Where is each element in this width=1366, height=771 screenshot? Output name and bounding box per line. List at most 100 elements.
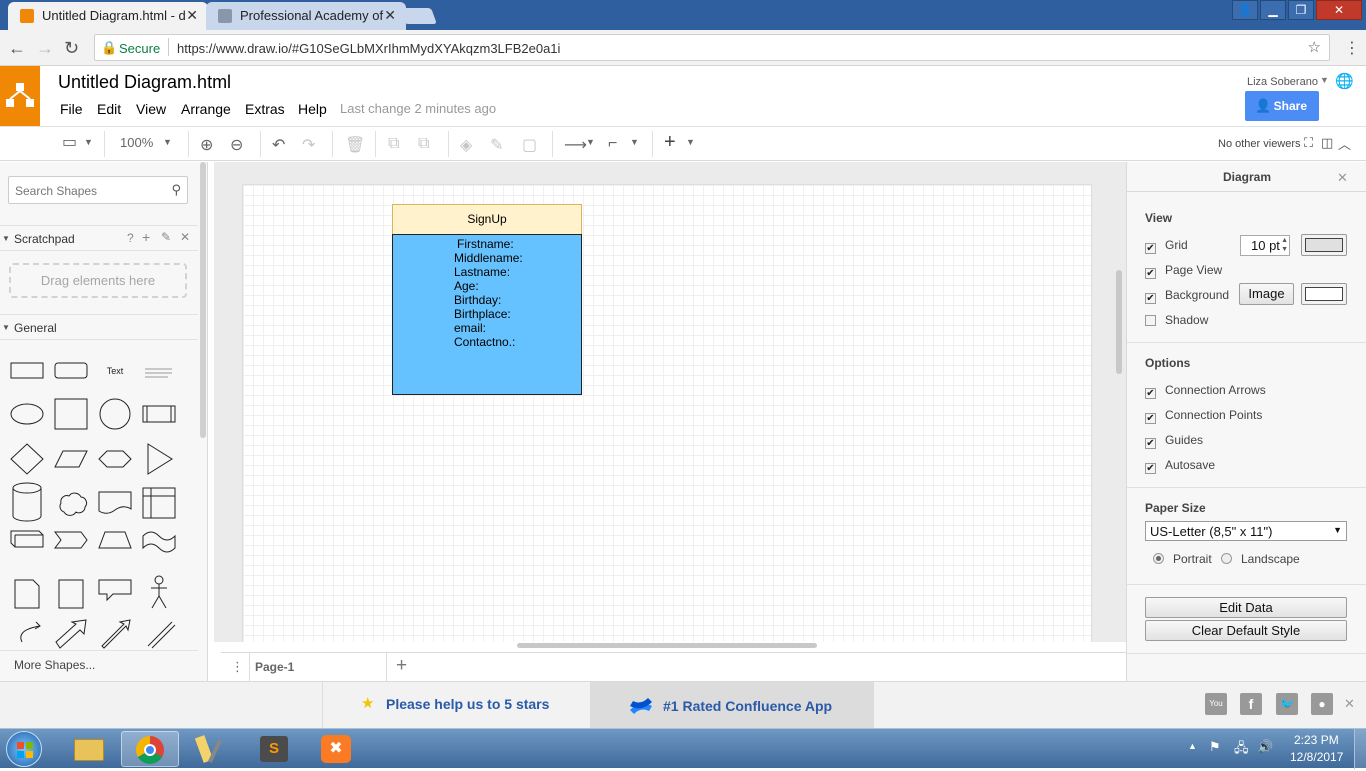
canvas-horizontal-scrollbar[interactable] xyxy=(517,643,817,648)
landscape-radio-row[interactable]: Landscape xyxy=(1221,552,1300,566)
general-header[interactable]: ▼ General xyxy=(0,314,198,340)
forward-icon[interactable]: → xyxy=(36,38,54,59)
user-icon[interactable]: 👤 xyxy=(1232,0,1258,20)
reload-icon[interactable]: ↻ xyxy=(64,38,79,59)
delete-icon[interactable]: 🗑 xyxy=(345,135,365,155)
chevron-down-icon[interactable]: ▼ xyxy=(586,137,595,147)
minimize-icon[interactable]: ▁ xyxy=(1260,0,1286,20)
add-icon[interactable]: + xyxy=(142,229,150,245)
search-icon[interactable]: ⚲ xyxy=(171,182,181,198)
checkbox-checked-icon[interactable]: ✔ xyxy=(1145,438,1156,449)
checkbox-checked-icon[interactable]: ✔ xyxy=(1145,463,1156,474)
sublime-text-icon[interactable]: S xyxy=(245,731,303,767)
connection-arrow-icon[interactable]: ⟶ xyxy=(564,135,587,155)
shadow-icon[interactable]: ▢ xyxy=(522,135,537,155)
search-shapes-input[interactable]: Search Shapes ⚲ xyxy=(8,176,188,204)
pages-menu-icon[interactable]: ⋮ xyxy=(231,659,244,675)
menu-help[interactable]: Help xyxy=(298,101,327,117)
chevron-down-icon[interactable]: ▼ xyxy=(1320,75,1329,85)
checkbox-checked-icon[interactable]: ✔ xyxy=(1145,293,1156,304)
show-hidden-icons-icon[interactable]: ▲ xyxy=(1188,741,1197,751)
checkbox-checked-icon[interactable]: ✔ xyxy=(1145,388,1156,399)
facebook-icon[interactable]: f xyxy=(1240,693,1262,715)
undo-icon[interactable]: ↶ xyxy=(272,135,285,155)
chrome-icon[interactable] xyxy=(121,731,179,767)
close-icon[interactable]: ✕ xyxy=(1337,170,1348,186)
back-icon[interactable]: ← xyxy=(8,38,26,59)
paper-size-select[interactable]: US-Letter (8,5" x 11") ▼ xyxy=(1145,521,1347,541)
last-change-status[interactable]: Last change 2 minutes ago xyxy=(340,101,496,116)
menu-extras[interactable]: Extras xyxy=(245,101,285,117)
insert-plus-icon[interactable]: + xyxy=(664,131,676,154)
tab-academy[interactable]: Professional Academy of ✕ xyxy=(206,2,406,30)
format-panel-icon[interactable]: ▭ xyxy=(62,132,77,152)
star-bookmark-icon[interactable]: ☆ xyxy=(1308,38,1321,56)
checkbox-checked-icon[interactable]: ✔ xyxy=(1145,413,1156,424)
menu-edit[interactable]: Edit xyxy=(97,101,121,117)
xampp-icon[interactable]: ✖ xyxy=(307,731,365,767)
menu-file[interactable]: File xyxy=(60,101,83,117)
new-tab-button[interactable] xyxy=(399,8,437,24)
menu-arrange[interactable]: Arrange xyxy=(181,101,231,117)
background-checkbox-row[interactable]: ✔ Background xyxy=(1145,288,1229,304)
close-icon[interactable]: ✕ xyxy=(180,230,190,244)
spinner-icon[interactable]: ▲ ▼ xyxy=(1281,236,1288,254)
zoom-level[interactable]: 100% xyxy=(120,135,153,150)
radio-selected-icon[interactable] xyxy=(1153,553,1164,564)
radio-unselected-icon[interactable] xyxy=(1221,553,1232,564)
shadow-checkbox-row[interactable]: Shadow xyxy=(1145,313,1208,327)
clock-date[interactable]: 12/8/2017 xyxy=(1290,750,1343,764)
connection-points-row[interactable]: ✔ Connection Points xyxy=(1145,408,1262,424)
volume-icon[interactable]: 🔊 xyxy=(1257,739,1273,755)
rate-stars-banner[interactable]: ★ Please help us to 5 stars xyxy=(322,682,590,728)
help-icon[interactable]: ? xyxy=(127,231,134,245)
show-desktop-button[interactable] xyxy=(1354,729,1366,769)
format-toggle-icon[interactable]: ◫ xyxy=(1321,135,1333,151)
more-shapes-link[interactable]: More Shapes... xyxy=(14,658,95,672)
chevron-down-icon[interactable]: ▼ xyxy=(686,137,695,147)
page-tab-1[interactable]: Page-1 xyxy=(249,653,387,681)
scratchpad-dropzone[interactable]: Drag elements here xyxy=(9,263,187,298)
clock-time[interactable]: 2:23 PM xyxy=(1294,733,1339,747)
sidebar-scrollbar[interactable] xyxy=(200,162,206,438)
close-window-icon[interactable]: ✕ xyxy=(1316,0,1362,20)
close-tab-icon[interactable]: ✕ xyxy=(384,7,396,24)
close-icon[interactable]: ✕ xyxy=(1344,696,1355,712)
scratchpad-header[interactable]: ▼ Scratchpad ? + ✎ ✕ xyxy=(0,225,198,251)
add-page-icon[interactable]: + xyxy=(396,655,407,677)
signup-body[interactable]: Firstname: Middlename: Lastname: Age: Bi… xyxy=(392,234,582,395)
chevron-down-icon[interactable]: ▼ xyxy=(163,137,172,147)
file-explorer-icon[interactable] xyxy=(60,731,118,767)
to-back-icon[interactable]: ⧉ xyxy=(418,135,429,153)
youtube-icon[interactable]: You xyxy=(1205,693,1227,715)
chevron-down-icon[interactable]: ▼ xyxy=(84,137,93,147)
to-front-icon[interactable]: ⧉ xyxy=(388,135,399,153)
document-title[interactable]: Untitled Diagram.html xyxy=(58,72,231,93)
zoom-in-icon[interactable]: ⊕ xyxy=(200,135,213,155)
language-globe-icon[interactable]: 🌐 xyxy=(1335,72,1354,90)
checkbox-unchecked-icon[interactable] xyxy=(1145,315,1156,326)
url-text[interactable]: https://www.draw.io/#G10SeGLbMXrIhmMydXY… xyxy=(177,41,560,56)
fullscreen-icon[interactable]: ⛶ xyxy=(1304,135,1313,151)
page-view-checkbox-row[interactable]: ✔ Page View xyxy=(1145,263,1222,279)
twitter-icon[interactable]: 🐦 xyxy=(1276,693,1298,715)
checkbox-checked-icon[interactable]: ✔ xyxy=(1145,243,1156,254)
grid-size-input[interactable]: 10 pt ▲ ▼ xyxy=(1240,235,1290,256)
text-shape-label[interactable]: Text xyxy=(107,366,124,376)
clear-default-style-button[interactable]: Clear Default Style xyxy=(1145,620,1347,641)
autosave-row[interactable]: ✔ Autosave xyxy=(1145,458,1215,474)
menu-view[interactable]: View xyxy=(136,101,166,117)
canvas-vertical-scrollbar[interactable] xyxy=(1116,270,1122,374)
edit-pencil-icon[interactable]: ✎ xyxy=(161,230,171,244)
user-name[interactable]: Liza Soberano xyxy=(1247,76,1318,88)
line-color-icon[interactable]: ✎ xyxy=(490,135,503,155)
collapse-up-icon[interactable]: ︿ xyxy=(1338,134,1351,153)
waypoints-icon[interactable]: ⌐ xyxy=(608,135,617,153)
maximize-icon[interactable]: ❐ xyxy=(1288,0,1314,20)
redo-icon[interactable]: ↷ xyxy=(302,135,315,155)
confluence-banner[interactable]: #1 Rated Confluence App xyxy=(590,682,874,728)
connection-arrows-row[interactable]: ✔ Connection Arrows xyxy=(1145,383,1266,399)
close-tab-icon[interactable]: ✕ xyxy=(186,7,198,24)
grid-color-button[interactable] xyxy=(1301,234,1347,256)
checkbox-checked-icon[interactable]: ✔ xyxy=(1145,268,1156,279)
